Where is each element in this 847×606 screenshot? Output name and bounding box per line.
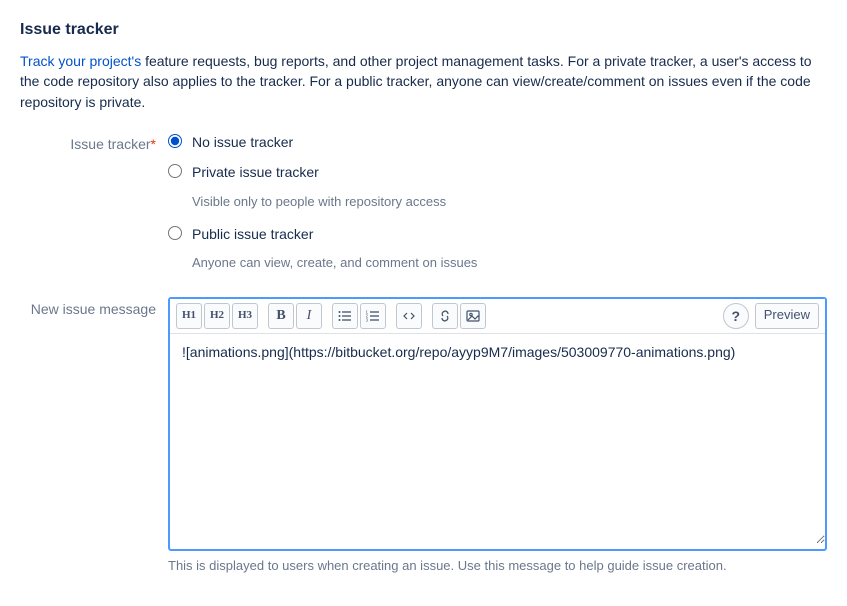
bold-button[interactable]: B xyxy=(268,303,294,329)
issue-tracker-label: Issue tracker* xyxy=(20,132,168,154)
italic-button[interactable]: I xyxy=(296,303,322,329)
code-icon xyxy=(402,310,416,322)
image-icon xyxy=(466,310,480,322)
link-button[interactable] xyxy=(432,303,458,329)
radio-no-tracker-label: No issue tracker xyxy=(192,132,293,152)
new-issue-message-row: New issue message H1 H2 H3 B I xyxy=(20,297,827,576)
issue-tracker-row: Issue tracker* No issue tracker Private … xyxy=(20,132,827,285)
ul-button[interactable] xyxy=(332,303,358,329)
track-project-link[interactable]: Track your project's xyxy=(20,53,141,69)
radio-public-tracker-label: Public issue tracker xyxy=(192,224,313,244)
radio-no-tracker-input[interactable] xyxy=(168,134,182,148)
ul-icon xyxy=(338,310,352,322)
radio-private-tracker-help: Visible only to people with repository a… xyxy=(192,193,827,212)
new-issue-message-label: New issue message xyxy=(20,297,168,319)
image-button[interactable] xyxy=(460,303,486,329)
help-button[interactable]: ? xyxy=(723,303,749,329)
radio-no-tracker[interactable]: No issue tracker xyxy=(168,132,827,152)
svg-text:3: 3 xyxy=(366,317,369,322)
link-icon xyxy=(438,310,452,322)
preview-button[interactable]: Preview xyxy=(755,303,819,329)
ol-button[interactable]: 1 2 3 xyxy=(360,303,386,329)
message-textarea[interactable] xyxy=(170,334,825,544)
editor-toolbar: H1 H2 H3 B I xyxy=(170,299,825,334)
message-helptext: This is displayed to users when creating… xyxy=(168,557,827,576)
section-title: Issue tracker xyxy=(20,18,827,41)
markdown-editor: H1 H2 H3 B I xyxy=(168,297,827,551)
radio-private-tracker-label: Private issue tracker xyxy=(192,162,319,182)
required-mark: * xyxy=(151,136,156,152)
ol-icon: 1 2 3 xyxy=(366,310,380,322)
radio-private-tracker[interactable]: Private issue tracker xyxy=(168,162,827,182)
code-button[interactable] xyxy=(396,303,422,329)
h2-button[interactable]: H2 xyxy=(204,303,230,329)
radio-private-tracker-input[interactable] xyxy=(168,164,182,178)
radio-public-tracker[interactable]: Public issue tracker xyxy=(168,224,827,244)
h1-button[interactable]: H1 xyxy=(176,303,202,329)
radio-public-tracker-help: Anyone can view, create, and comment on … xyxy=(192,254,827,273)
issue-tracker-options: No issue tracker Private issue tracker V… xyxy=(168,132,827,285)
radio-public-tracker-input[interactable] xyxy=(168,226,182,240)
section-description: Track your project's feature requests, b… xyxy=(20,51,827,112)
h3-button[interactable]: H3 xyxy=(232,303,258,329)
